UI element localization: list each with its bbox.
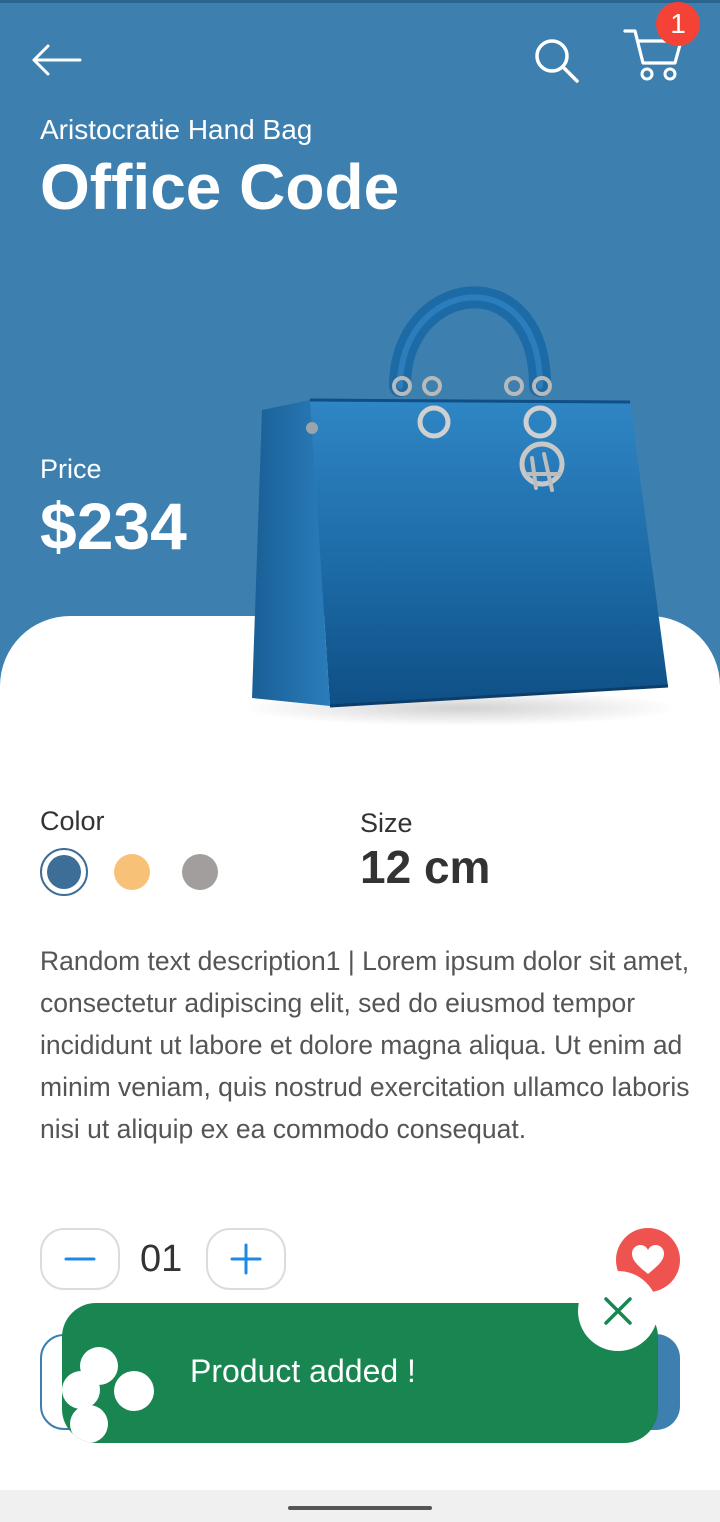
increase-quantity-button[interactable] xyxy=(206,1228,286,1290)
size-label: Size xyxy=(360,808,413,838)
product-description: Random text description1 | Lorem ipsum d… xyxy=(40,946,690,1144)
toast-bubble xyxy=(70,1405,108,1443)
decrease-quantity-button[interactable] xyxy=(40,1228,120,1290)
search-button[interactable] xyxy=(522,26,590,94)
product-added-toast: Product added ! xyxy=(62,1303,658,1443)
heart-icon xyxy=(632,1245,664,1274)
quantity-value: 01 xyxy=(140,1238,183,1280)
minus-icon xyxy=(64,1257,96,1261)
toast-bubble xyxy=(62,1371,100,1409)
color-swatch-orange[interactable] xyxy=(114,854,150,890)
search-icon xyxy=(535,39,579,83)
price-label: Price xyxy=(40,454,102,484)
product-price: $234 xyxy=(40,489,187,563)
toast-bubble xyxy=(114,1371,154,1411)
toast-message: Product added ! xyxy=(190,1353,416,1389)
size-value: 12 cm xyxy=(360,841,491,893)
color-label: Color xyxy=(40,806,105,836)
color-swatch-blue[interactable] xyxy=(40,848,88,896)
close-icon xyxy=(604,1297,632,1325)
product-category: Aristocratie Hand Bag xyxy=(40,114,313,145)
toast-close-button[interactable] xyxy=(578,1271,658,1351)
status-bar-strip xyxy=(0,0,720,3)
arrow-left-icon xyxy=(32,44,82,76)
color-swatch-gray[interactable] xyxy=(182,854,218,890)
cart-count-badge: 1 xyxy=(656,2,700,46)
product-title: Office Code xyxy=(40,151,400,223)
handbag-image xyxy=(240,286,680,726)
plus-icon xyxy=(230,1243,262,1275)
home-gesture-handle[interactable] xyxy=(288,1506,432,1510)
system-nav-bar xyxy=(0,1490,720,1522)
back-button[interactable] xyxy=(20,30,92,90)
